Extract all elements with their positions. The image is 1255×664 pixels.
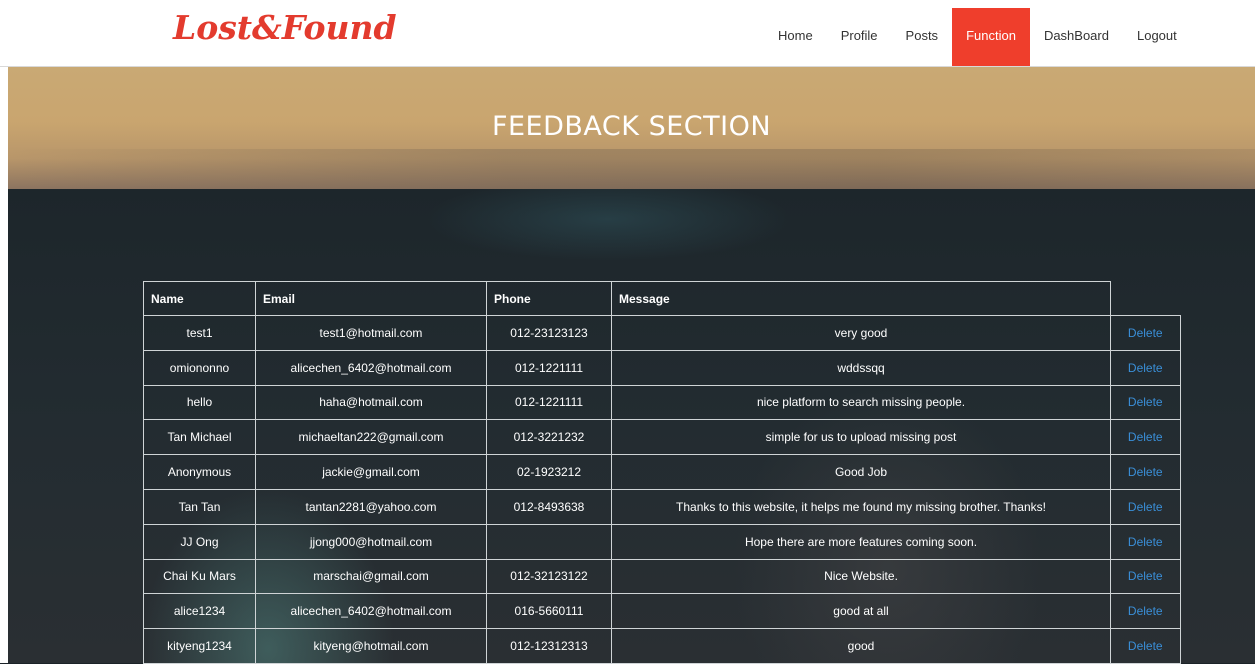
table-row: kityeng1234 kityeng@hotmail.com 012-123123…: [143, 628, 1181, 664]
cell-name: Tan Michael: [143, 419, 256, 456]
cell-action: Delete: [1110, 384, 1181, 421]
cell-message: good: [611, 628, 1111, 664]
delete-link[interactable]: Delete: [1128, 604, 1163, 618]
delete-link[interactable]: Delete: [1128, 465, 1163, 479]
cell-message: nice platform to search missing people.: [611, 384, 1111, 421]
delete-link[interactable]: Delete: [1128, 361, 1163, 375]
table-row: JJ Ong jjong000@hotmail.com Hope there are…: [143, 523, 1181, 560]
table-row: Anonymous jackie@gmail.com 02-1923212 Good …: [143, 454, 1181, 490]
feedback-table: Name Email Phone Message test1 test1@hotm…: [143, 281, 1181, 664]
table-row: alice1234 alicechen_6402@hotmail.com 016-5…: [143, 593, 1181, 630]
cell-action: Delete: [1110, 628, 1181, 664]
table-header-row: Name Email Phone Message: [143, 281, 1181, 316]
page-margin: [0, 67, 8, 663]
cell-email: haha@hotmail.com: [255, 384, 487, 421]
page-title: FEEDBACK SECTION: [491, 111, 772, 142]
cell-action: Delete: [1110, 454, 1181, 490]
column-header-action: [1111, 282, 1181, 316]
nav-function[interactable]: Function: [952, 8, 1030, 66]
column-header-email: Email: [255, 281, 487, 316]
cell-name: Chai Ku Mars: [143, 558, 256, 595]
cell-action: Delete: [1110, 558, 1181, 595]
nav-logout[interactable]: Logout: [1123, 8, 1191, 66]
table-row: test1 test1@hotmail.com 012-23123123 very g…: [143, 315, 1181, 351]
cell-action: Delete: [1110, 349, 1181, 386]
cell-message: Nice Website.: [611, 558, 1111, 595]
cell-phone: 012-3221232: [486, 419, 612, 456]
cell-email: tantan2281@yahoo.com: [255, 488, 487, 525]
cell-name: omiononno: [143, 349, 256, 386]
brand-logo[interactable]: Lost&Found: [173, 8, 397, 47]
cell-email: alicechen_6402@hotmail.com: [255, 349, 487, 386]
cell-message: good at all: [611, 593, 1111, 630]
cell-phone: 012-12312313: [486, 628, 612, 664]
table-row: Chai Ku Mars marschai@gmail.com 012-321231…: [143, 558, 1181, 595]
cell-email: marschai@gmail.com: [255, 558, 487, 595]
table-body: test1 test1@hotmail.com 012-23123123 very g…: [143, 315, 1181, 664]
cell-phone: 012-1221111: [486, 384, 612, 421]
cell-action: Delete: [1110, 488, 1181, 525]
cell-message: simple for us to upload missing post: [611, 419, 1111, 456]
cell-phone: [486, 523, 612, 560]
cell-phone: 012-32123122: [486, 558, 612, 595]
cell-message: Thanks to this website, it helps me foun…: [611, 488, 1111, 525]
table-row: hello haha@hotmail.com 012-1221111 nice pla…: [143, 384, 1181, 421]
hero-banner: FEEDBACK SECTION: [8, 67, 1255, 189]
cell-phone: 02-1923212: [486, 454, 612, 490]
cell-action: Delete: [1110, 419, 1181, 456]
cell-phone: 012-8493638: [486, 488, 612, 525]
cell-email: alicechen_6402@hotmail.com: [255, 593, 487, 630]
cell-phone: 012-23123123: [486, 315, 612, 351]
table-row: Tan Michael michaeltan222@gmail.com 012-32…: [143, 419, 1181, 456]
nav-dashboard[interactable]: DashBoard: [1030, 8, 1123, 66]
delete-link[interactable]: Delete: [1128, 535, 1163, 549]
cell-phone: 012-1221111: [486, 349, 612, 386]
cell-action: Delete: [1110, 593, 1181, 630]
cell-name: Tan Tan: [143, 488, 256, 525]
cell-name: hello: [143, 384, 256, 421]
cell-name: Anonymous: [143, 454, 256, 490]
delete-link[interactable]: Delete: [1128, 500, 1163, 514]
nav-posts[interactable]: Posts: [892, 8, 953, 66]
cell-email: kityeng@hotmail.com: [255, 628, 487, 664]
cell-message: Hope there are more features coming soon…: [611, 523, 1111, 560]
cell-phone: 016-5660111: [486, 593, 612, 630]
delete-link[interactable]: Delete: [1128, 639, 1163, 653]
cell-email: jackie@gmail.com: [255, 454, 487, 490]
cell-message: Good Job: [611, 454, 1111, 490]
cell-message: wddssqq: [611, 349, 1111, 386]
delete-link[interactable]: Delete: [1128, 569, 1163, 583]
column-header-phone: Phone: [486, 281, 612, 316]
delete-link[interactable]: Delete: [1128, 395, 1163, 409]
cell-message: very good: [611, 315, 1111, 351]
table-row: omiononno alicechen_6402@hotmail.com 012-1…: [143, 349, 1181, 386]
delete-link[interactable]: Delete: [1128, 326, 1163, 340]
main-nav: Home Profile Posts Function DashBoard Lo…: [764, 8, 1191, 66]
delete-link[interactable]: Delete: [1128, 430, 1163, 444]
top-navbar: Lost&Found Home Profile Posts Function D…: [0, 0, 1255, 67]
cell-action: Delete: [1110, 315, 1181, 351]
cell-email: jjong000@hotmail.com: [255, 523, 487, 560]
cell-email: michaeltan222@gmail.com: [255, 419, 487, 456]
cell-email: test1@hotmail.com: [255, 315, 487, 351]
column-header-name: Name: [143, 281, 256, 316]
cell-action: Delete: [1110, 523, 1181, 560]
cell-name: JJ Ong: [143, 523, 256, 560]
table-row: Tan Tan tantan2281@yahoo.com 012-8493638 Th…: [143, 488, 1181, 525]
cell-name: test1: [143, 315, 256, 351]
nav-profile[interactable]: Profile: [827, 8, 892, 66]
column-header-message: Message: [611, 281, 1111, 316]
cell-name: alice1234: [143, 593, 256, 630]
nav-home[interactable]: Home: [764, 8, 827, 66]
cell-name: kityeng1234: [143, 628, 256, 664]
